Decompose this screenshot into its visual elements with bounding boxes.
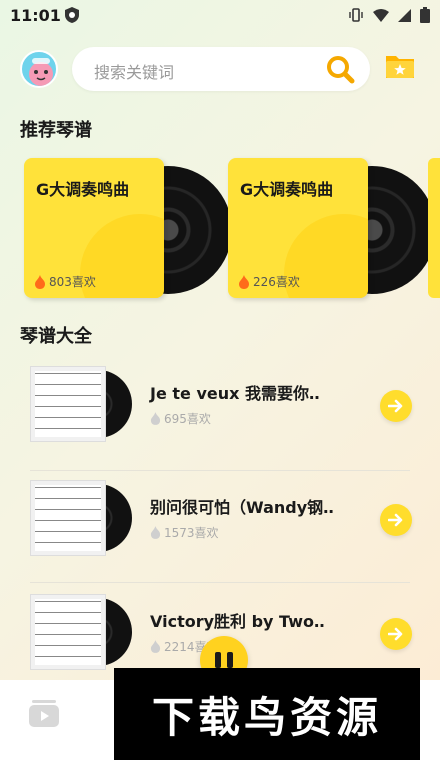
shield-icon [64, 6, 80, 28]
divider [30, 470, 410, 471]
card-likes-text: 226喜欢 [253, 275, 300, 289]
search-input[interactable]: 搜索关键词 [72, 47, 370, 91]
fire-icon [150, 526, 161, 539]
card-likes: 226喜欢 [238, 273, 300, 290]
search-icon[interactable] [324, 53, 356, 89]
fire-icon [35, 274, 45, 289]
open-button[interactable] [380, 390, 412, 422]
card-sleeve: G大调奏鸣曲 226喜欢 [228, 158, 368, 298]
signal-icon [398, 7, 412, 27]
recommended-title: 推荐琴谱 [20, 120, 92, 141]
open-button[interactable] [380, 618, 412, 650]
list-item[interactable]: Je te veux 我需要你‥ 695喜欢 [0, 360, 440, 460]
item-likes-text: 695喜欢 [164, 412, 211, 426]
folder-star-icon[interactable] [384, 52, 416, 84]
recommended-card[interactable]: G大调奏鸣曲 803喜欢 [24, 158, 232, 300]
fire-icon [150, 640, 161, 653]
search-placeholder: 搜索关键词 [94, 63, 175, 82]
recommended-card-partial[interactable] [428, 158, 440, 298]
avatar[interactable] [20, 50, 58, 88]
watermark-banner: 下载鸟资源 [114, 668, 420, 760]
fire-icon [150, 412, 161, 425]
arrow-right-icon [388, 627, 403, 641]
item-title: 别问很可怕（Wandy钢‥ [150, 498, 334, 517]
sheet-music-thumbnail [30, 594, 106, 670]
status-bar: 11:01 [0, 0, 440, 30]
list-item[interactable]: 别问很可怕（Wandy钢‥ 1573喜欢 [0, 474, 440, 574]
status-time: 11:01 [10, 6, 61, 25]
item-likes: 1573喜欢 [150, 524, 219, 541]
play-tab-icon[interactable] [28, 698, 60, 732]
open-button[interactable] [380, 504, 412, 536]
status-icons [348, 7, 430, 27]
sheet-music-thumbnail [30, 366, 106, 442]
item-title: Victory胜利 by Two‥ [150, 612, 325, 631]
card-sleeve: G大调奏鸣曲 803喜欢 [24, 158, 164, 298]
item-title: Je te veux 我需要你‥ [150, 384, 320, 403]
wifi-icon [372, 7, 390, 27]
card-likes: 803喜欢 [34, 273, 96, 290]
card-title: G大调奏鸣曲 [36, 180, 130, 199]
item-likes-text: 1573喜欢 [164, 526, 219, 540]
fire-icon [239, 274, 249, 289]
card-title: G大调奏鸣曲 [240, 180, 334, 199]
card-likes-text: 803喜欢 [49, 275, 96, 289]
sheet-music-thumbnail [30, 480, 106, 556]
watermark-text: 下载鸟资源 [151, 692, 382, 742]
recommended-card[interactable]: G大调奏鸣曲 226喜欢 [228, 158, 436, 300]
library-title: 琴谱大全 [20, 326, 92, 347]
arrow-right-icon [388, 513, 403, 527]
item-likes: 695喜欢 [150, 410, 211, 427]
pause-icon [215, 652, 221, 668]
divider [30, 582, 410, 583]
arrow-right-icon [388, 399, 403, 413]
vibrate-icon [348, 7, 364, 27]
battery-icon [420, 7, 430, 27]
